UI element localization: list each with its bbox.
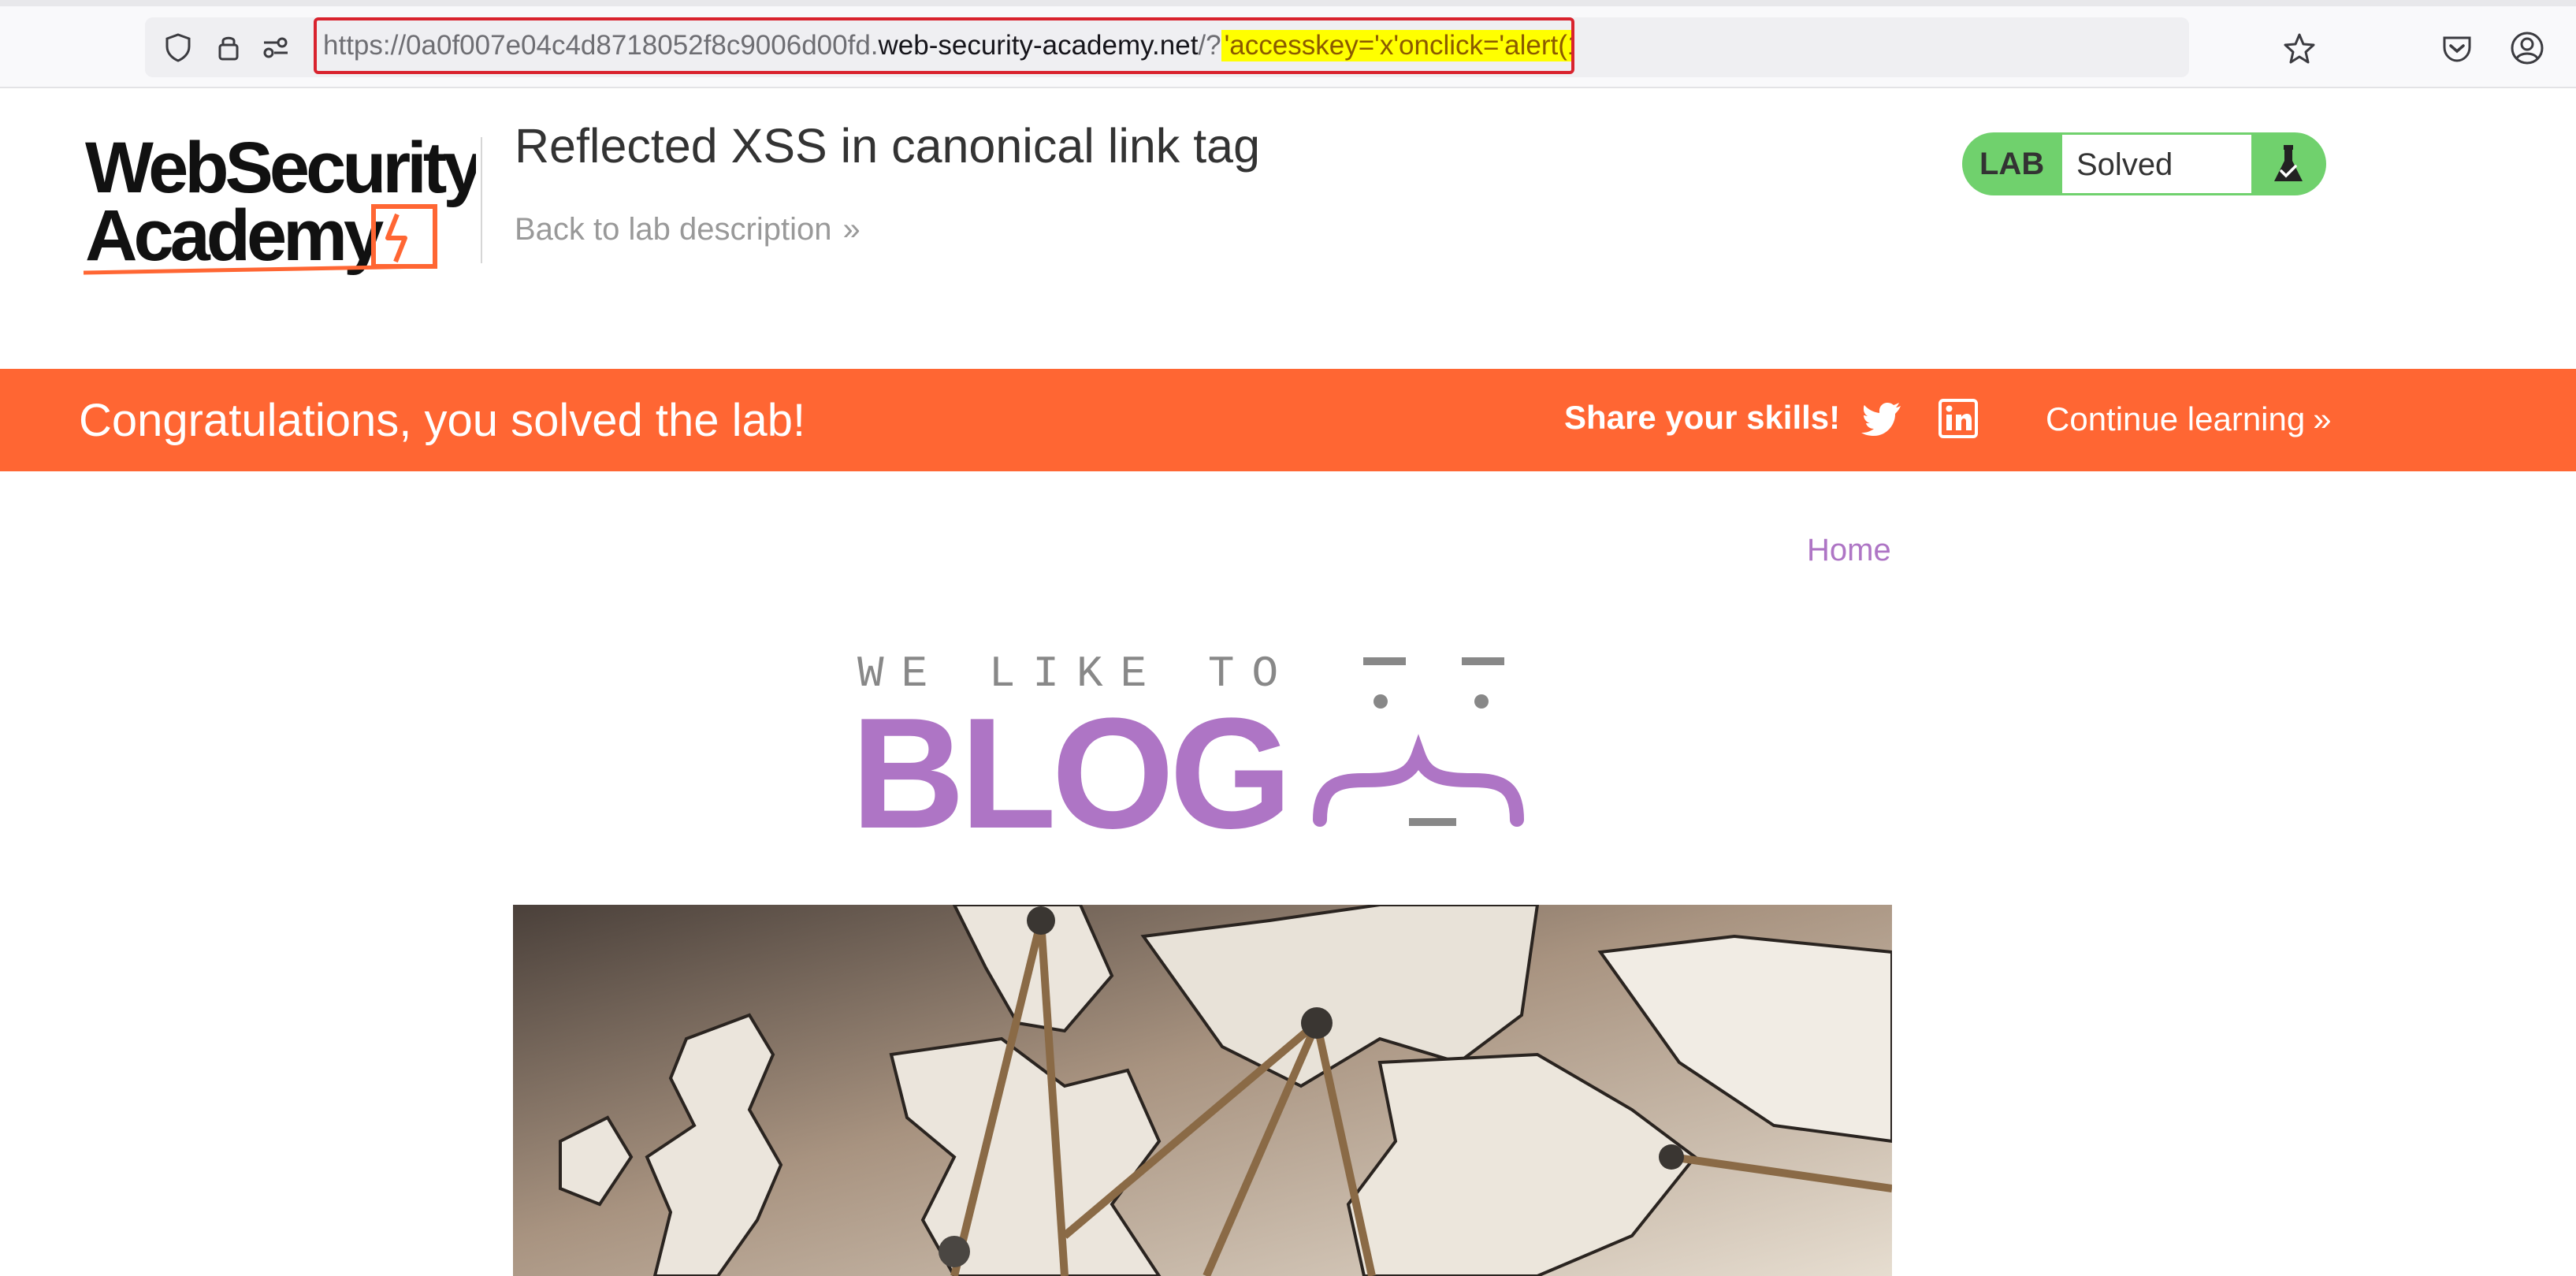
web-security-academy-logo[interactable]: WebSecurity Academy [82, 129, 476, 287]
lab-status-box: Solved [2060, 132, 2254, 195]
continue-learning-label: Continue learning [2046, 400, 2306, 437]
permissions-icon[interactable] [260, 32, 292, 63]
logo-line2: Academy [85, 195, 384, 276]
lab-header: WebSecurity Academy Reflected XSS in can… [0, 90, 2576, 369]
twitter-icon[interactable] [1861, 397, 1904, 440]
linkedin-icon[interactable] [1939, 399, 1978, 438]
solved-message: Congratulations, you solved the lab! [79, 395, 806, 446]
blog-hero-image [513, 905, 1892, 1276]
lab-status-widget: LAB Solved [1962, 132, 2326, 195]
account-icon[interactable] [2509, 30, 2545, 66]
chevron-right-icon: » [842, 212, 860, 247]
tab-strip-edge [0, 0, 2576, 6]
shield-icon[interactable] [162, 32, 194, 63]
lab-status-value: Solved [2076, 147, 2173, 182]
pocket-icon[interactable] [2440, 32, 2474, 66]
share-skills-label: Share your skills! [1564, 399, 1841, 436]
lab-status-label: LAB [1979, 147, 2045, 181]
we-like-to-blog-logo: WE LIKE TO BLOG [851, 649, 1524, 842]
flask-icon [2274, 145, 2303, 181]
blog-logo-word: BLOG [851, 686, 1288, 842]
header-divider [481, 137, 482, 263]
chevron-right-icon: » [2313, 400, 2332, 437]
url-payload-highlight: 'accesskey='x'onclick='alert(1) [1221, 30, 1571, 61]
continue-learning-link[interactable]: Continue learning» [2046, 400, 2332, 438]
back-to-description-link[interactable]: Back to lab description » [515, 212, 861, 247]
lab-title: Reflected XSS in canonical link tag [515, 119, 1261, 173]
url-prefix: https://0a0f007e04c4d8718052f8c9006d00fd… [323, 30, 879, 61]
browser-toolbar: https://0a0f007e04c4d8718052f8c9006d00fd… [0, 0, 2576, 88]
nav-home-link[interactable]: Home [1807, 533, 1891, 568]
address-bar[interactable]: https://0a0f007e04c4d8718052f8c9006d00fd… [145, 17, 2315, 77]
url-domain: web-security-academy.net [878, 30, 1199, 61]
back-link-label: Back to lab description [515, 212, 832, 247]
url-path: /? [1198, 30, 1221, 61]
url-field[interactable]: https://0a0f007e04c4d8718052f8c9006d00fd… [314, 17, 1574, 74]
star-icon[interactable] [2282, 32, 2317, 66]
lab-solved-banner: Congratulations, you solved the lab! Sha… [0, 369, 2576, 471]
lock-icon[interactable] [213, 32, 244, 63]
